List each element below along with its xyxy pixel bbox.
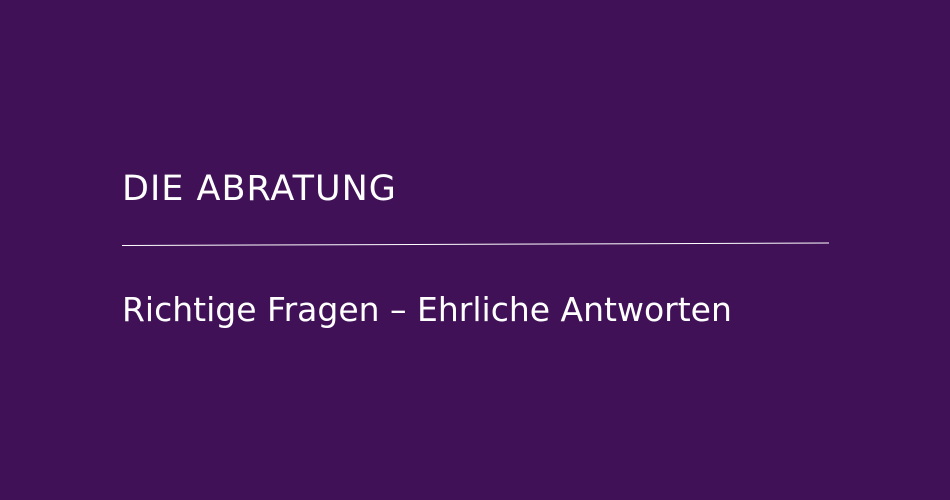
page-title: DIE ABRATUNG	[122, 169, 397, 209]
page-subtitle: Richtige Fragen – Ehrliche Antworten	[122, 290, 732, 329]
banner: DIE ABRATUNG Richtige Fragen – Ehrliche …	[0, 0, 950, 500]
divider-line	[121, 242, 829, 246]
